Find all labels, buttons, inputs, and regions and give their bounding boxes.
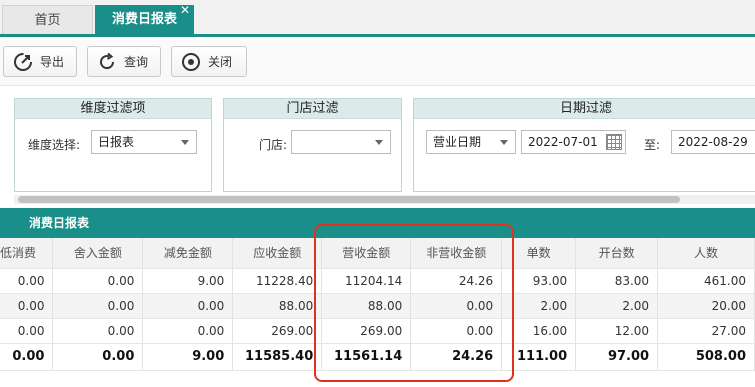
- chevron-down-icon: [500, 140, 508, 145]
- total-cell: 0.00: [0, 343, 54, 371]
- table-cell: 88.00: [321, 293, 412, 319]
- horizontal-scrollbar[interactable]: [14, 195, 755, 204]
- table-cell: 0.00: [410, 293, 503, 319]
- close-icon[interactable]: ✕: [180, 3, 190, 17]
- refresh-icon: [96, 51, 118, 73]
- date-filter-panel: 日期过滤 营业日期 2022-07-01 至: 2022-08-29: [413, 98, 755, 192]
- column-header[interactable]: 舍入金额: [52, 238, 144, 269]
- dimension-filter-title: 维度过滤项: [15, 99, 211, 119]
- table-cell: 20.00: [657, 293, 755, 319]
- table-cell: 16.00: [501, 318, 577, 344]
- table-cell: 2.00: [501, 293, 577, 319]
- table-cell: 0.00: [0, 293, 54, 319]
- dimension-select[interactable]: 日报表: [91, 130, 197, 154]
- table-cell: 0.00: [52, 268, 144, 294]
- dimension-select-label: 维度选择:: [28, 138, 81, 152]
- table-cell: 269.00: [232, 318, 323, 344]
- table-row[interactable]: 0.00 0.00 9.00 11228.40 11204.14 24.26 9…: [0, 268, 755, 294]
- tab-consumption-daily-report[interactable]: 消费日报表 ✕: [95, 3, 194, 34]
- start-date-value: 2022-07-01: [528, 135, 598, 149]
- date-to-label: 至:: [644, 138, 661, 152]
- total-cell: 508.00: [657, 343, 755, 371]
- table-cell: 0.00: [142, 293, 234, 319]
- table-cell: 2.00: [575, 293, 659, 319]
- tab-bar: 首页 消费日报表 ✕: [0, 0, 755, 37]
- column-header[interactable]: 非营收金额: [410, 238, 503, 269]
- export-label: 导出: [40, 55, 65, 69]
- store-filter-title: 门店过滤: [224, 99, 401, 119]
- report-title: 消费日报表: [0, 208, 755, 238]
- chevron-down-icon: [181, 140, 189, 145]
- column-header[interactable]: 低消费: [0, 238, 54, 269]
- table-cell: 83.00: [575, 268, 659, 294]
- end-date-value: 2022-08-29: [678, 135, 748, 149]
- totals-row: 0.00 0.00 9.00 11585.40 11561.14 24.26 1…: [0, 343, 755, 371]
- table-cell: 11228.40: [232, 268, 323, 294]
- total-cell: 9.00: [142, 343, 234, 371]
- table-header-row: 低消费 舍入金额 减免金额 应收金额 营收金额 非营收金额 单数 开台数 人数: [0, 238, 755, 269]
- store-select-label: 门店:: [259, 138, 288, 152]
- store-filter-panel: 门店过滤 门店:: [223, 98, 402, 192]
- chevron-down-icon: [375, 140, 383, 145]
- tab-home[interactable]: 首页: [2, 5, 93, 34]
- date-filter-title: 日期过滤: [414, 99, 755, 119]
- table-cell: 27.00: [657, 318, 755, 344]
- close-label: 关闭: [208, 55, 233, 69]
- table-cell: 12.00: [575, 318, 659, 344]
- store-select[interactable]: [291, 130, 391, 154]
- query-label: 查询: [124, 55, 149, 69]
- dimension-select-value: 日报表: [98, 135, 135, 149]
- column-header[interactable]: 应收金额: [232, 238, 323, 269]
- table-cell: 24.26: [410, 268, 503, 294]
- column-header[interactable]: 单数: [501, 238, 577, 269]
- toolbar: 导出 查询 关闭: [0, 40, 755, 86]
- export-icon: [12, 51, 34, 73]
- end-date-input[interactable]: 2022-08-29: [671, 130, 755, 154]
- table-cell: 461.00: [657, 268, 755, 294]
- table-cell: 11204.14: [321, 268, 412, 294]
- dimension-filter-panel: 维度过滤项 维度选择: 日报表: [14, 98, 212, 192]
- total-cell: 111.00: [501, 343, 577, 371]
- table-cell: 0.00: [0, 318, 54, 344]
- table-cell: 0.00: [410, 318, 503, 344]
- scrollbar-thumb[interactable]: [18, 196, 680, 203]
- total-cell: 97.00: [575, 343, 659, 371]
- filter-area: 维度过滤项 维度选择: 日报表 门店过滤 门店: 日期过滤 营业日期 2022-…: [0, 86, 755, 208]
- close-button[interactable]: 关闭: [171, 46, 247, 77]
- table-row[interactable]: 0.00 0.00 0.00 88.00 88.00 0.00 2.00 2.0…: [0, 293, 755, 319]
- total-cell: 11585.40: [232, 343, 323, 371]
- column-header[interactable]: 开台数: [575, 238, 659, 269]
- table-cell: 0.00: [52, 293, 144, 319]
- start-date-input[interactable]: 2022-07-01: [521, 130, 626, 154]
- report-panel: 消费日报表 低消费 舍入金额 减免金额 应收金额 营收金额 非营收金额 单数 开…: [0, 208, 755, 387]
- total-cell: 0.00: [52, 343, 144, 371]
- total-cell: 24.26: [410, 343, 503, 371]
- date-type-value: 营业日期: [433, 135, 482, 149]
- table-cell: 88.00: [232, 293, 323, 319]
- table-cell: 9.00: [142, 268, 234, 294]
- table-cell: 93.00: [501, 268, 577, 294]
- date-type-select[interactable]: 营业日期: [426, 130, 516, 154]
- table-cell: 269.00: [321, 318, 412, 344]
- column-header[interactable]: 人数: [657, 238, 755, 269]
- column-header[interactable]: 减免金额: [142, 238, 234, 269]
- column-header[interactable]: 营收金额: [321, 238, 412, 269]
- export-button[interactable]: 导出: [3, 46, 77, 77]
- query-button[interactable]: 查询: [87, 46, 161, 77]
- table-cell: 0.00: [142, 318, 234, 344]
- tab-label: 消费日报表: [111, 12, 177, 27]
- report-table: 低消费 舍入金额 减免金额 应收金额 营收金额 非营收金额 单数 开台数 人数 …: [0, 238, 755, 371]
- table-cell: 0.00: [52, 318, 144, 344]
- stop-circle-icon: [180, 51, 202, 73]
- total-cell: 11561.14: [321, 343, 412, 371]
- table-row[interactable]: 0.00 0.00 0.00 269.00 269.00 0.00 16.00 …: [0, 318, 755, 344]
- table-cell: 0.00: [0, 268, 54, 294]
- calendar-icon[interactable]: [606, 134, 622, 150]
